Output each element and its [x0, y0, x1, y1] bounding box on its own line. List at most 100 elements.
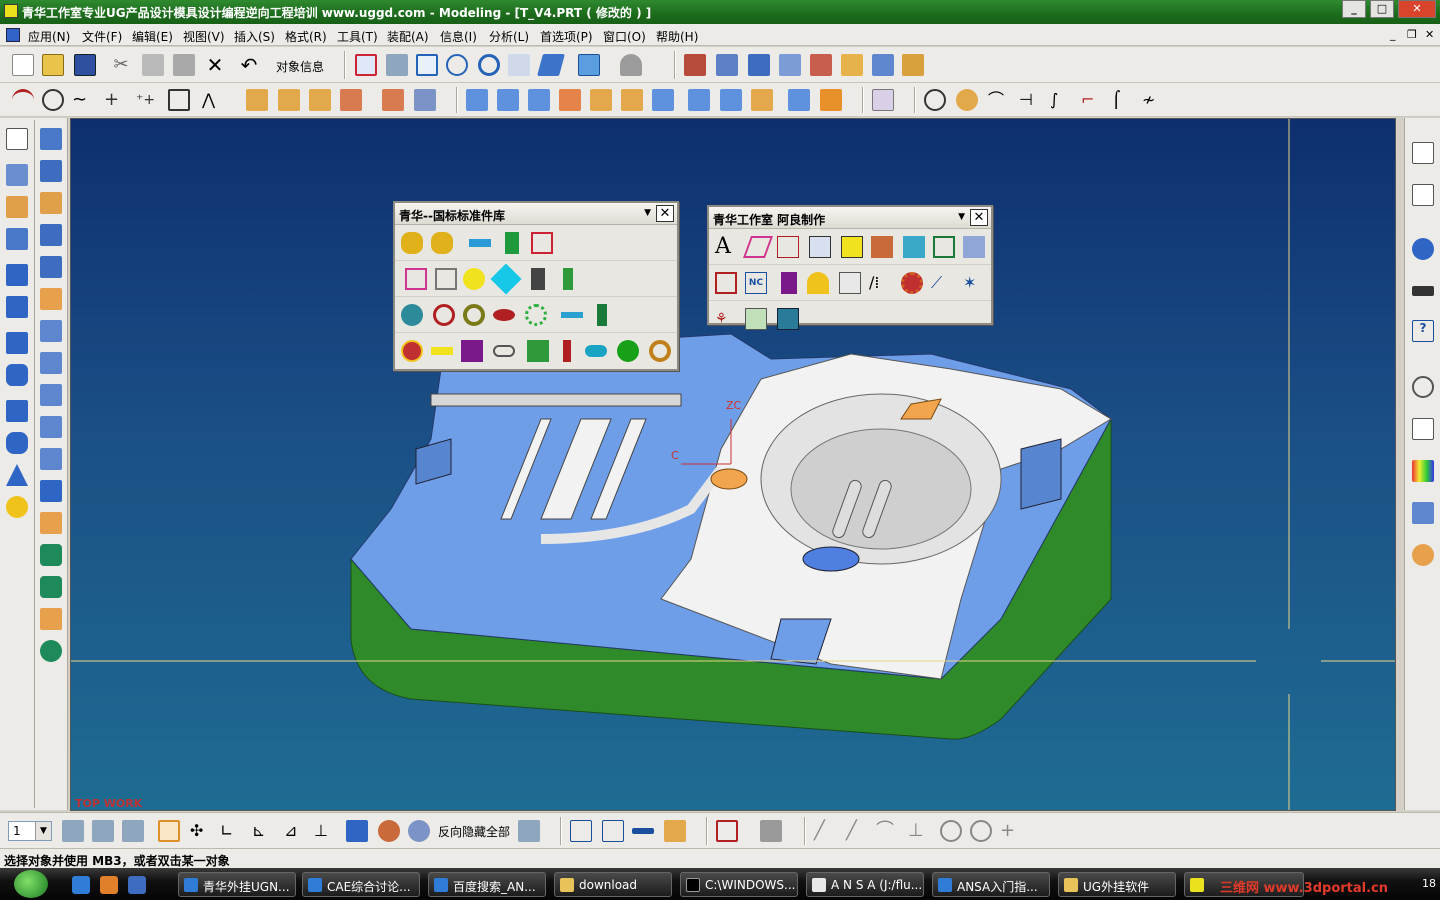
minimize-button[interactable]: _ — [1342, 0, 1366, 18]
zoom-icon[interactable] — [446, 54, 468, 76]
undo-icon[interactable]: ↶ — [238, 54, 260, 76]
block-tool-icon[interactable] — [781, 272, 797, 294]
mdi-minimize-button[interactable]: _ — [1390, 28, 1396, 41]
edit-curve-icon[interactable] — [956, 89, 978, 111]
chevron-down-icon[interactable]: ▼ — [35, 822, 51, 840]
solid-tool-icon[interactable] — [841, 236, 863, 258]
pin-icon[interactable] — [469, 239, 491, 247]
standard-part-icon[interactable] — [405, 268, 427, 290]
show-icon[interactable] — [408, 820, 430, 842]
zoom-region-icon[interactable] — [386, 54, 408, 76]
cut-icon[interactable]: ✂ — [110, 54, 132, 76]
desktop-quicklaunch-icon[interactable] — [128, 876, 146, 894]
standard-part-icon[interactable] — [531, 268, 545, 290]
line-tool-icon[interactable]: ⟋ — [931, 272, 953, 294]
palette-dropdown-icon[interactable]: ▼ — [644, 208, 651, 218]
cylinder-icon[interactable] — [6, 432, 28, 454]
assembly-tool-icon[interactable] — [745, 308, 767, 330]
surface-tool-icon[interactable] — [720, 89, 742, 111]
measure-tool-icon[interactable] — [715, 272, 737, 294]
plate-icon[interactable] — [461, 340, 483, 362]
standard-part-icon[interactable] — [563, 340, 571, 362]
save-icon[interactable] — [74, 54, 96, 76]
taskbar-item[interactable]: A N S A (J:/flu... — [806, 872, 924, 897]
surface-tool-icon[interactable] — [528, 89, 550, 111]
taskbar-item[interactable]: 百度搜索_AN... — [428, 872, 546, 897]
washer-icon[interactable] — [401, 304, 423, 326]
menu-preferences[interactable]: 首选项(P) — [540, 28, 593, 45]
rotate-icon[interactable] — [478, 54, 500, 76]
feature-icon[interactable] — [6, 164, 28, 186]
mdi-restore-button[interactable]: ❐ — [1407, 28, 1417, 41]
save-wcs-icon[interactable] — [346, 820, 368, 842]
edit-curve-icon[interactable] — [924, 89, 946, 111]
menu-edit[interactable]: 编辑(E) — [132, 28, 173, 45]
wcs-origin-icon[interactable] — [158, 820, 180, 842]
snap-point-on-icon[interactable]: + — [1000, 820, 1022, 842]
list-tool-icon[interactable]: ∕⁞ — [869, 272, 891, 294]
boolean-subtract-icon[interactable] — [40, 576, 62, 598]
curve-tool-icon[interactable] — [340, 89, 362, 111]
mdi-close-button[interactable]: ✕ — [1425, 28, 1434, 41]
select-tool-icon[interactable] — [933, 236, 955, 258]
palette-close-button[interactable]: ✕ — [970, 209, 988, 226]
surface-tool-icon[interactable] — [559, 89, 581, 111]
gear-tool-icon[interactable] — [901, 272, 923, 294]
ring-icon[interactable] — [649, 340, 671, 362]
menu-assembly[interactable]: 装配(A) — [387, 28, 429, 45]
snap-settings-icon[interactable] — [760, 820, 782, 842]
measure-body-icon[interactable] — [664, 820, 686, 842]
standard-parts-palette[interactable]: 青华--国标标准件库 ▼ ✕ — [393, 201, 679, 371]
chain-link-icon[interactable] — [493, 345, 515, 357]
feature-icon[interactable] — [40, 448, 62, 470]
app-icon[interactable] — [4, 4, 18, 18]
measure-length-icon[interactable] — [632, 828, 654, 834]
wcs-absolute-icon[interactable]: ⊥ — [314, 820, 336, 842]
menu-analysis[interactable]: 分析(L) — [489, 28, 529, 45]
feature-icon[interactable] — [40, 352, 62, 374]
stack-tool-icon[interactable] — [903, 236, 925, 258]
sphere-icon[interactable] — [6, 496, 28, 518]
feature-tool-icon[interactable] — [684, 54, 706, 76]
corner-icon[interactable]: ⌐ — [1081, 89, 1103, 111]
clock-icon[interactable] — [1412, 376, 1434, 398]
document-icon[interactable] — [6, 28, 20, 42]
system-icon[interactable] — [1412, 502, 1434, 524]
part-navigator-icon[interactable] — [1412, 184, 1434, 206]
layer-category-icon[interactable] — [122, 820, 144, 842]
standard-part-icon[interactable] — [490, 263, 522, 295]
palette-titlebar[interactable]: 青华工作室 阿良制作 ▼ ✕ — [709, 207, 991, 229]
layer-tool-icon[interactable] — [871, 236, 893, 258]
nc-tool-icon[interactable]: NC — [745, 272, 767, 294]
maximize-button[interactable]: □ — [1370, 0, 1394, 18]
sketch-icon[interactable] — [6, 128, 28, 150]
feature-tool-icon[interactable] — [902, 54, 924, 76]
ie-quicklaunch-icon[interactable] — [72, 876, 90, 894]
menu-information[interactable]: 信息(I) — [440, 28, 477, 45]
calculator-tool-icon[interactable] — [777, 308, 799, 330]
training-icon[interactable] — [1412, 286, 1434, 296]
open-folder-icon[interactable] — [42, 54, 64, 76]
palette-dropdown-icon[interactable]: ▼ — [958, 212, 965, 222]
taskbar-item[interactable]: CAE综合讨论... — [302, 872, 420, 897]
dome-tool-icon[interactable] — [807, 272, 829, 294]
paste-icon[interactable] — [173, 54, 195, 76]
point-icon[interactable]: + — [104, 89, 126, 111]
curve-tool-icon[interactable] — [414, 89, 436, 111]
new-file-icon[interactable] — [12, 54, 34, 76]
taskbar-item[interactable]: C:\WINDOWS... — [680, 872, 798, 897]
boolean-intersect-icon[interactable] — [40, 640, 62, 662]
sheet-tool-icon[interactable] — [963, 236, 985, 258]
perspective-icon[interactable] — [537, 54, 565, 76]
orient-view-icon[interactable] — [578, 54, 600, 76]
surface-tool-icon[interactable] — [466, 89, 488, 111]
split-tool-icon[interactable]: ⚘ — [715, 308, 737, 330]
wcs-rotate-icon[interactable]: ∟ — [220, 820, 242, 842]
menu-help[interactable]: 帮助(H) — [656, 28, 698, 45]
history-icon[interactable] — [1412, 238, 1434, 260]
ring-icon[interactable] — [463, 304, 485, 326]
feature-icon[interactable] — [40, 256, 62, 278]
feature-icon[interactable] — [40, 288, 62, 310]
block-icon[interactable] — [6, 332, 28, 354]
layer-visible-icon[interactable] — [92, 820, 114, 842]
